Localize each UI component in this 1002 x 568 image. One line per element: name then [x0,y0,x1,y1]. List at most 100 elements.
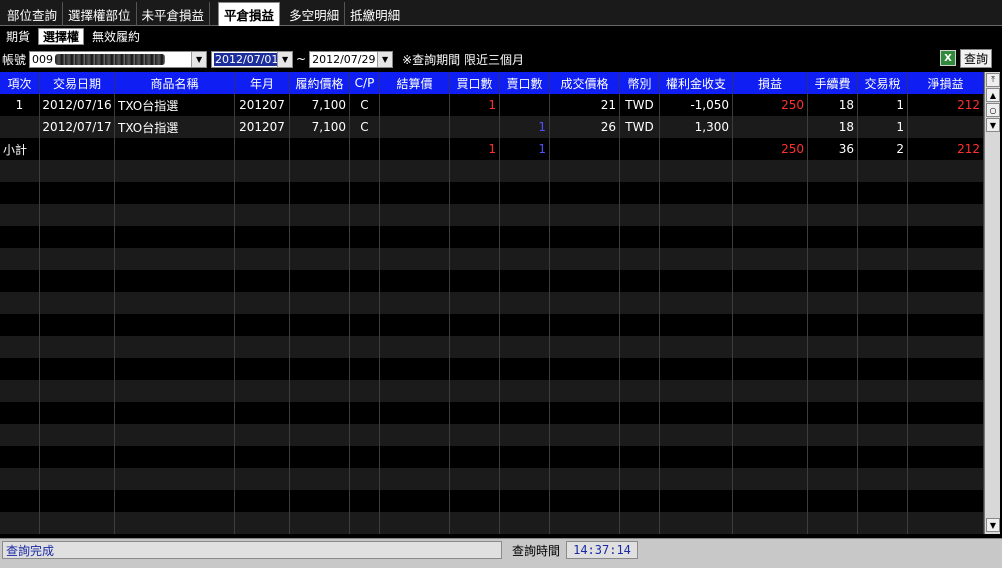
column-header-trade-date[interactable]: 交易日期 [40,72,115,94]
tab-unrealized-pnl[interactable]: 未平倉損益 [137,2,211,26]
column-header-strike[interactable]: 履約價格 [290,72,350,94]
chevron-down-icon[interactable]: ▼ [277,51,293,67]
cell-buy-qty [450,182,500,204]
cell-tax [858,402,908,424]
column-header-premium[interactable]: 權利金收支 [660,72,733,94]
cell-trade-date [40,160,115,182]
cell-currency [620,336,660,358]
empty-row [0,226,984,248]
cell-pnl [733,226,808,248]
cell-pnl [733,380,808,402]
column-header-currency[interactable]: 幣別 [620,72,660,94]
cell-call-put [350,512,380,534]
cell-settle-price [380,116,450,138]
scroll-top-icon[interactable]: ⤒ [986,73,1000,87]
empty-row [0,446,984,468]
chevron-down-icon[interactable]: ▼ [191,51,207,67]
subtab-options[interactable]: 選擇權 [38,28,85,45]
date-to-picker[interactable]: 2012/07/29 ▼ [309,50,394,68]
cell-trade-date [40,270,115,292]
cell-year-month [235,490,290,512]
cell-pnl [733,270,808,292]
cell-premium [660,138,733,160]
cell-product-name [115,204,235,226]
column-header-year-month[interactable]: 年月 [235,72,290,94]
empty-row [0,490,984,512]
cell-pnl [733,512,808,534]
tab-option-position[interactable]: 選擇權部位 [63,2,137,26]
column-header-fee[interactable]: 手續費 [808,72,858,94]
cell-buy-qty [450,292,500,314]
table-row[interactable]: 1 2012/07/16 TXO台指選 201207 7,100 C 1 21 TWD -1,05… [0,94,984,116]
cell-trade-date: 2012/07/17 [40,116,115,138]
cell-net-pnl [908,446,984,468]
cell-tax [858,160,908,182]
cell-trade-price [550,182,620,204]
subtab-futures[interactable]: 期貨 [2,28,34,45]
column-header-settle-price[interactable]: 結算價 [380,72,450,94]
cell-call-put [350,292,380,314]
cell-fee [808,314,858,336]
cell-year-month [235,160,290,182]
cell-buy-qty [450,468,500,490]
column-header-sell-qty[interactable]: 賣口數 [500,72,550,94]
cell-buy-qty [450,512,500,534]
account-select[interactable]: 009 ▼ [29,50,208,68]
tab-collateral-detail[interactable]: 抵繳明細 [345,2,405,26]
cell-premium [660,512,733,534]
scroll-thumb-icon[interactable]: ○ [986,103,1000,117]
cell-settle-price [380,226,450,248]
cell-item-no: 1 [0,94,40,116]
column-header-net-pnl[interactable]: 淨損益 [908,72,984,94]
tab-realized-pnl[interactable]: 平倉損益 [218,2,281,26]
account-label: 帳號 [2,52,27,67]
table-row[interactable]: 2012/07/17 TXO台指選 201207 7,100 C 1 26 TWD 1,300 1… [0,116,984,138]
cell-net-pnl [908,424,984,446]
column-header-item-no[interactable]: 項次 [0,72,40,94]
cell-pnl [733,182,808,204]
cell-currency [620,380,660,402]
cell-tax: 1 [858,94,908,116]
scroll-up-icon[interactable]: ▲ [986,88,1000,102]
cell-sell-qty [500,204,550,226]
cell-item-no [0,402,40,424]
column-header-tax[interactable]: 交易稅 [858,72,908,94]
tab-position-query[interactable]: 部位查詢 [2,2,64,26]
column-header-pnl[interactable]: 損益 [733,72,808,94]
column-header-buy-qty[interactable]: 買口數 [450,72,500,94]
status-bar: 查詢完成 查詢時間 14:37:14 [0,538,1002,568]
column-header-product-name[interactable]: 商品名稱 [115,72,235,94]
cell-net-pnl: 212 [908,138,984,160]
cell-sell-qty [500,336,550,358]
scroll-down-icon[interactable]: ▼ [986,118,1000,132]
cell-year-month [235,138,290,160]
subtab-invalid-exercise[interactable]: 無效履約 [88,28,144,45]
cell-pnl [733,358,808,380]
cell-fee [808,226,858,248]
date-from-value: 2012/07/01 [214,52,280,66]
column-header-call-put[interactable]: C/P [350,72,380,94]
cell-trade-date [40,358,115,380]
cell-tax [858,468,908,490]
cell-pnl [733,446,808,468]
cell-currency [620,270,660,292]
cell-pnl [733,314,808,336]
vertical-scrollbar[interactable]: ⤒ ▲ ○ ▼ ▼ [984,72,1000,534]
cell-buy-qty [450,490,500,512]
cell-trade-date: 2012/07/16 [40,94,115,116]
cell-tax [858,314,908,336]
cell-product-name [115,160,235,182]
scroll-down-bottom-icon[interactable]: ▼ [986,518,1000,532]
tab-long-short-detail[interactable]: 多空明細 [284,2,346,26]
query-button[interactable]: 查詢 [960,49,992,68]
cell-trade-date [40,182,115,204]
chevron-down-icon[interactable]: ▼ [377,51,393,67]
cell-settle-price [380,94,450,116]
date-from-picker[interactable]: 2012/07/01 ▼ [211,50,294,68]
column-header-trade-price[interactable]: 成交價格 [550,72,620,94]
subtotal-row[interactable]: 小計 1 1 250 36 2 212 [0,138,984,160]
cell-item-no [0,292,40,314]
cell-net-pnl [908,160,984,182]
cell-currency [620,138,660,160]
excel-export-icon[interactable]: X [940,50,956,66]
